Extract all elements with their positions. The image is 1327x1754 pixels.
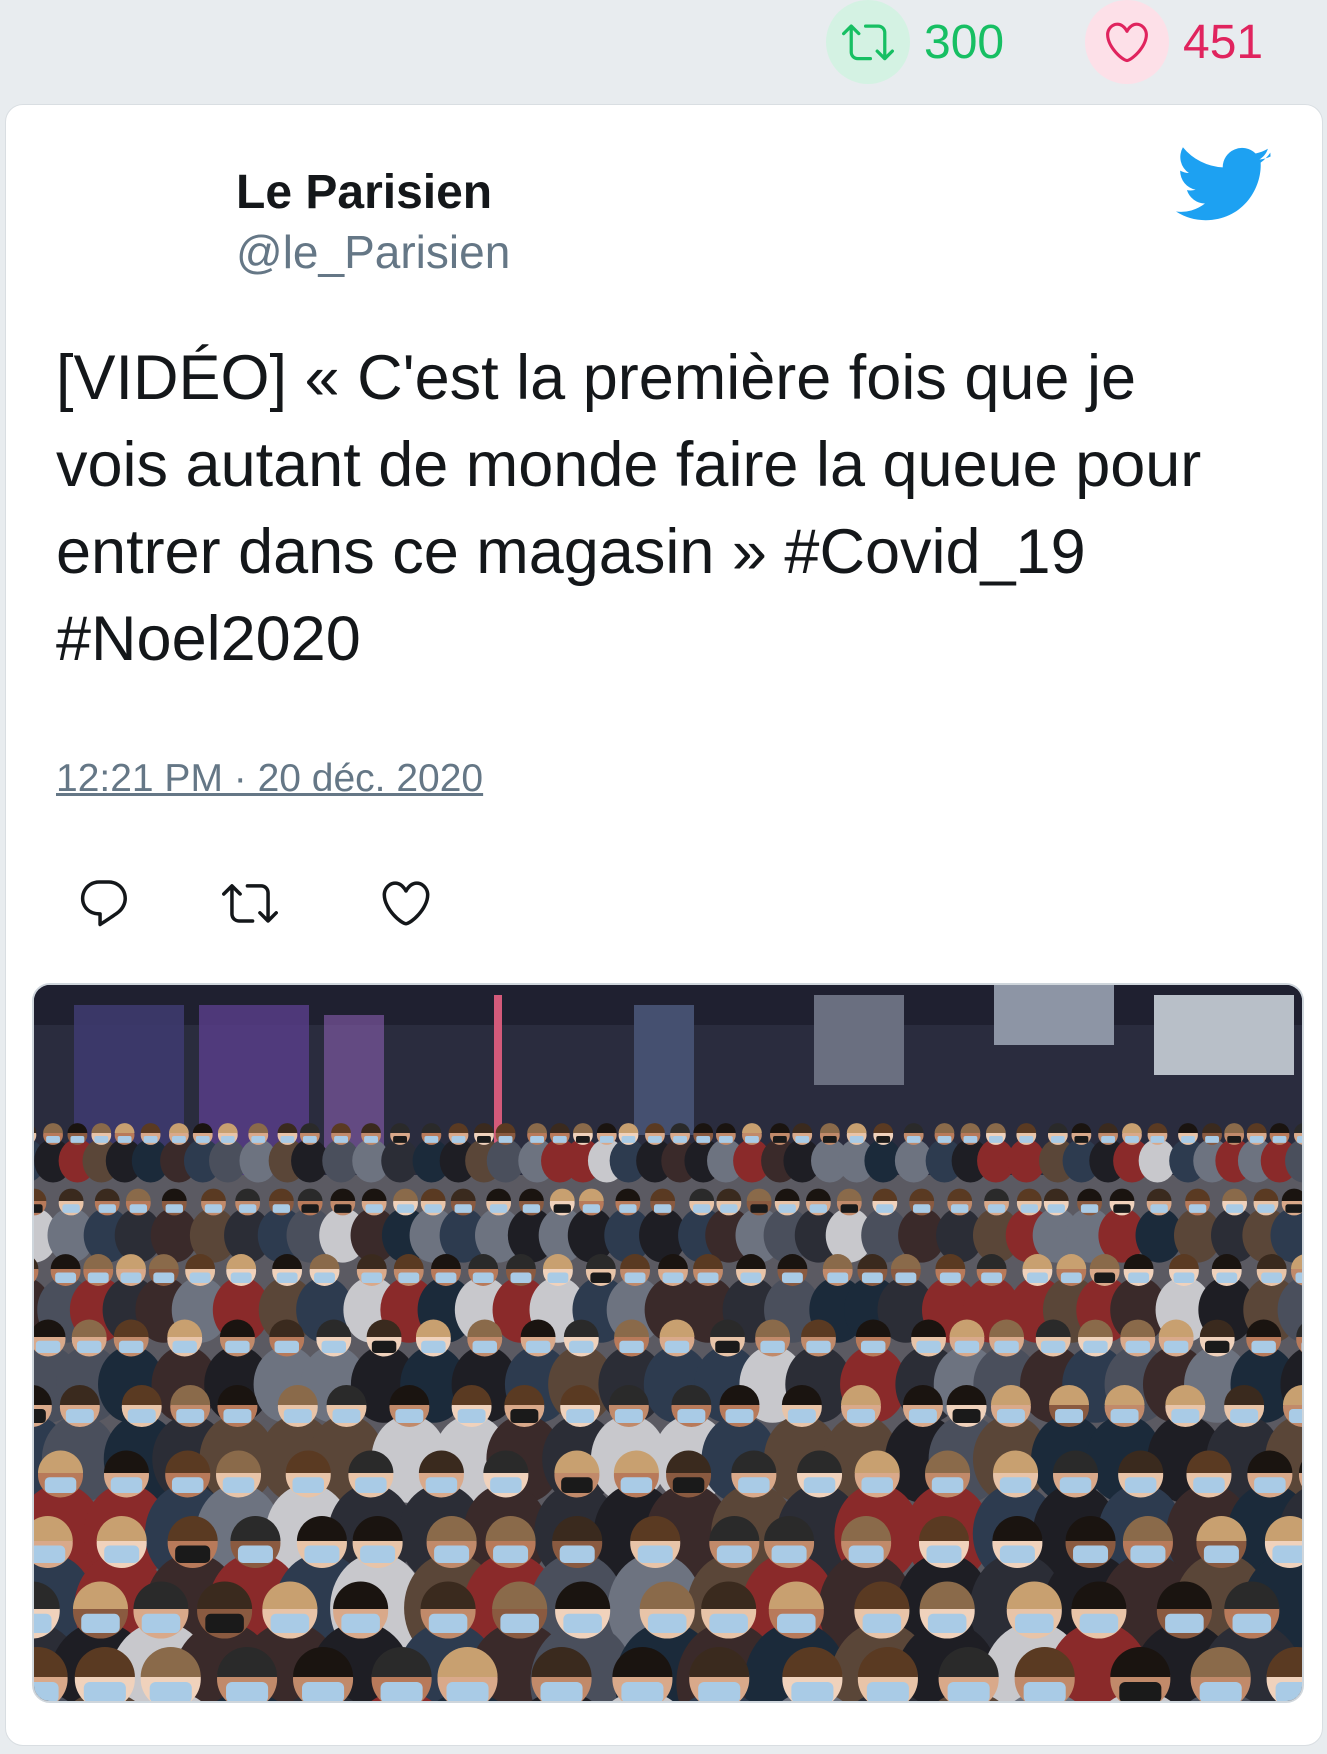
crowd-photo[interactable] bbox=[32, 983, 1304, 1703]
like-stat[interactable]: 451 bbox=[1085, 0, 1263, 84]
tweet-card: Le Parisien @le_Parisien [VIDÉO] « C'est… bbox=[5, 104, 1323, 1746]
reply-icon[interactable] bbox=[76, 875, 132, 931]
retweet-count: 300 bbox=[924, 15, 1005, 69]
tweet-timestamp[interactable]: 12:21 PM · 20 déc. 2020 bbox=[56, 757, 483, 801]
twitter-bird-icon[interactable] bbox=[1176, 147, 1272, 227]
like-count: 451 bbox=[1183, 15, 1264, 69]
author-name[interactable]: Le Parisien bbox=[236, 165, 492, 220]
like-icon[interactable] bbox=[378, 875, 434, 931]
author-handle[interactable]: @le_Parisien bbox=[236, 225, 510, 279]
retweet-icon[interactable] bbox=[222, 875, 278, 931]
retweet-stat[interactable]: 300 bbox=[826, 0, 1004, 84]
heart-icon[interactable] bbox=[1085, 0, 1169, 84]
retweet-icon[interactable] bbox=[826, 0, 910, 84]
crowd-illustration bbox=[34, 985, 1302, 1701]
tweet-text: [VIDÉO] « C'est la première fois que je … bbox=[56, 343, 1202, 674]
engagement-stats: 300 451 bbox=[0, 0, 1327, 100]
